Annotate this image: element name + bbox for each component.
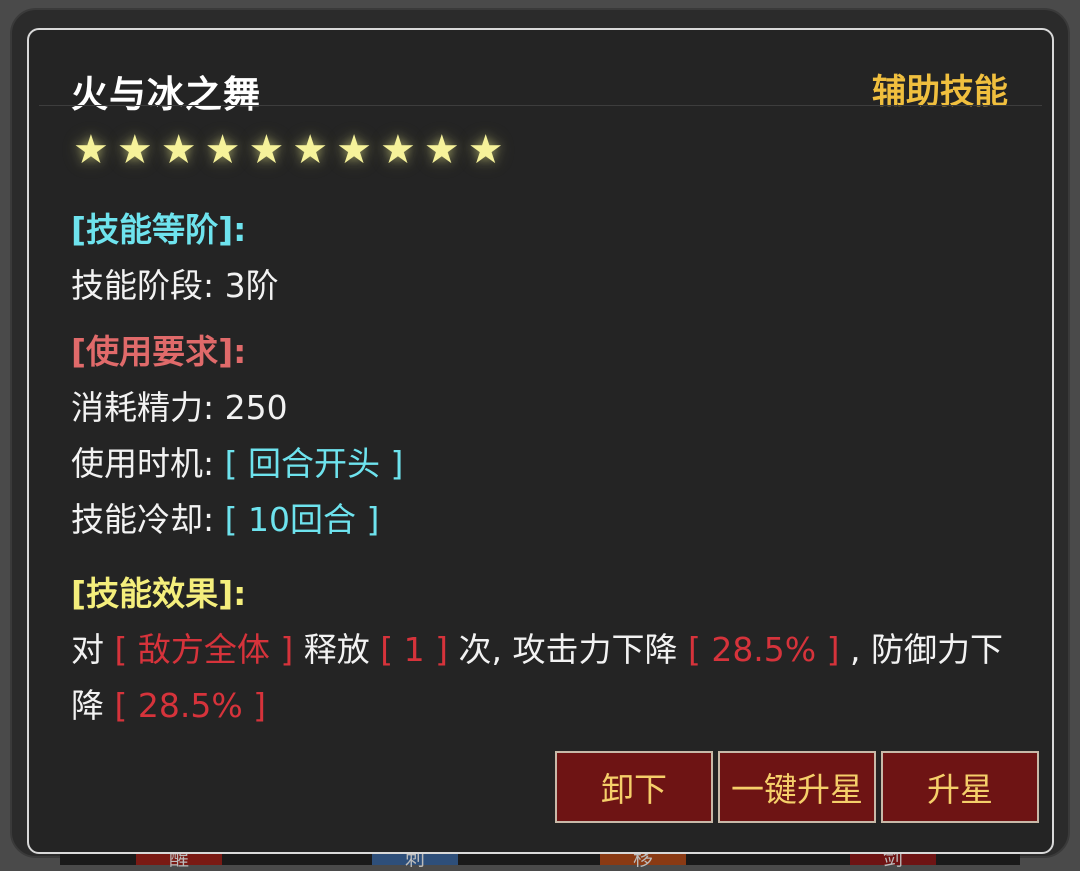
star-up-button[interactable]: 升星 bbox=[881, 751, 1039, 823]
star-icon: ★ bbox=[336, 127, 373, 173]
energy-row: 消耗精力: 250 bbox=[71, 380, 1031, 436]
energy-label: 消耗精力: bbox=[71, 388, 215, 427]
star-icon: ★ bbox=[467, 127, 504, 173]
timing-label: 使用时机: bbox=[71, 444, 215, 483]
stage-value: 3阶 bbox=[224, 266, 279, 305]
star-icon: ★ bbox=[248, 127, 285, 173]
skill-info: [技能等阶]: 技能阶段: 3阶 [使用要求]: 消耗精力: 250 使用时机:… bbox=[71, 202, 1031, 734]
unequip-button[interactable]: 卸下 bbox=[555, 751, 713, 823]
grade-header: [技能等阶]: bbox=[71, 210, 247, 249]
requirements-header: [使用要求]: bbox=[71, 332, 247, 371]
effect-description: 对 [ 敌方全体 ] 释放 [ 1 ] 次, 攻击力下降 [ 28.5% ] ,… bbox=[71, 622, 1011, 734]
timing-row: 使用时机: [ 回合开头 ] bbox=[71, 436, 1031, 492]
star-icon: ★ bbox=[380, 127, 416, 173]
energy-value: 250 bbox=[224, 388, 288, 427]
skill-title: 火与冰之舞 bbox=[71, 73, 261, 116]
star-icon: ★ bbox=[73, 127, 109, 173]
effect-header: [技能效果]: bbox=[71, 574, 247, 613]
one-click-star-up-button[interactable]: 一键升星 bbox=[718, 751, 876, 823]
stage-row: 技能阶段: 3阶 bbox=[71, 258, 1031, 314]
star-icon: ★ bbox=[204, 127, 241, 173]
cooldown-row: 技能冷却: [ 10回合 ] bbox=[71, 492, 1031, 548]
effect-text: 释放 bbox=[303, 630, 370, 669]
star-icon: ★ bbox=[423, 127, 460, 173]
skill-detail-dialog: 火与冰之舞 辅助技能 ★ ★ ★ ★ ★ ★ ★ ★ ★ ★ [技能等阶]: 技… bbox=[27, 28, 1054, 854]
star-icon: ★ bbox=[116, 127, 153, 173]
effect-times: [ 1 ] bbox=[380, 630, 448, 669]
effect-text: 次, 攻击力下降 bbox=[458, 630, 678, 669]
star-icon: ★ bbox=[292, 127, 329, 173]
title-divider bbox=[39, 105, 1042, 106]
effect-defense-down: [ 28.5% ] bbox=[114, 686, 267, 725]
timing-value: [ 回合开头 ] bbox=[224, 444, 404, 483]
stage-label: 技能阶段: bbox=[71, 266, 215, 305]
star-icon: ★ bbox=[160, 127, 197, 173]
star-rating: ★ ★ ★ ★ ★ ★ ★ ★ ★ ★ bbox=[73, 126, 504, 174]
cooldown-label: 技能冷却: bbox=[71, 500, 215, 539]
effect-target: [ 敌方全体 ] bbox=[114, 630, 294, 669]
effect-attack-down: [ 28.5% ] bbox=[687, 630, 840, 669]
cooldown-value: [ 10回合 ] bbox=[224, 500, 380, 539]
effect-text: 对 bbox=[71, 630, 104, 669]
